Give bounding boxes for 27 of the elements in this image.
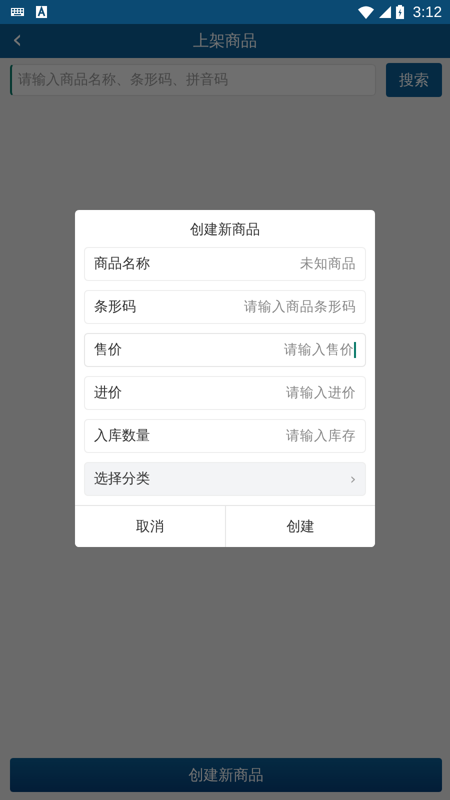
text-input[interactable]: 请输入进价: [130, 385, 356, 401]
page-title: 上架商品: [193, 30, 257, 52]
wifi-icon: [358, 6, 374, 18]
field-label: 进价: [94, 384, 122, 402]
app-notification-icon: [36, 6, 47, 18]
create-button[interactable]: 创建: [224, 506, 375, 547]
field-label: 商品名称: [94, 255, 150, 273]
picker-label: 选择分类: [94, 470, 150, 488]
signal-icon: [378, 6, 391, 18]
dialog-title: 创建新商品: [189, 221, 261, 240]
text-input[interactable]: 未知商品: [158, 256, 356, 272]
field-label: 入库数量: [94, 427, 150, 445]
clock-time: 3:12: [412, 4, 442, 20]
form-field[interactable]: 进价 请输入进价: [84, 376, 366, 410]
form-field[interactable]: 售价 请输入售价: [84, 333, 366, 367]
text-input[interactable]: 请输入售价: [130, 342, 356, 358]
form-field[interactable]: 入库数量 请输入库存: [84, 419, 366, 453]
text-input[interactable]: 请输入库存: [158, 428, 356, 444]
form-field[interactable]: 商品名称 未知商品: [84, 247, 366, 281]
category-picker[interactable]: 选择分类 ›: [84, 462, 366, 496]
battery-charging-icon: [396, 5, 404, 19]
field-label: 售价: [94, 341, 122, 359]
form-field[interactable]: 条形码 请输入商品条形码: [84, 290, 366, 324]
text-input[interactable]: 请输入商品条形码: [144, 299, 356, 315]
chevron-icon: ›: [350, 470, 356, 488]
field-label: 条形码: [94, 298, 136, 316]
keyboard-icon: [11, 8, 24, 16]
